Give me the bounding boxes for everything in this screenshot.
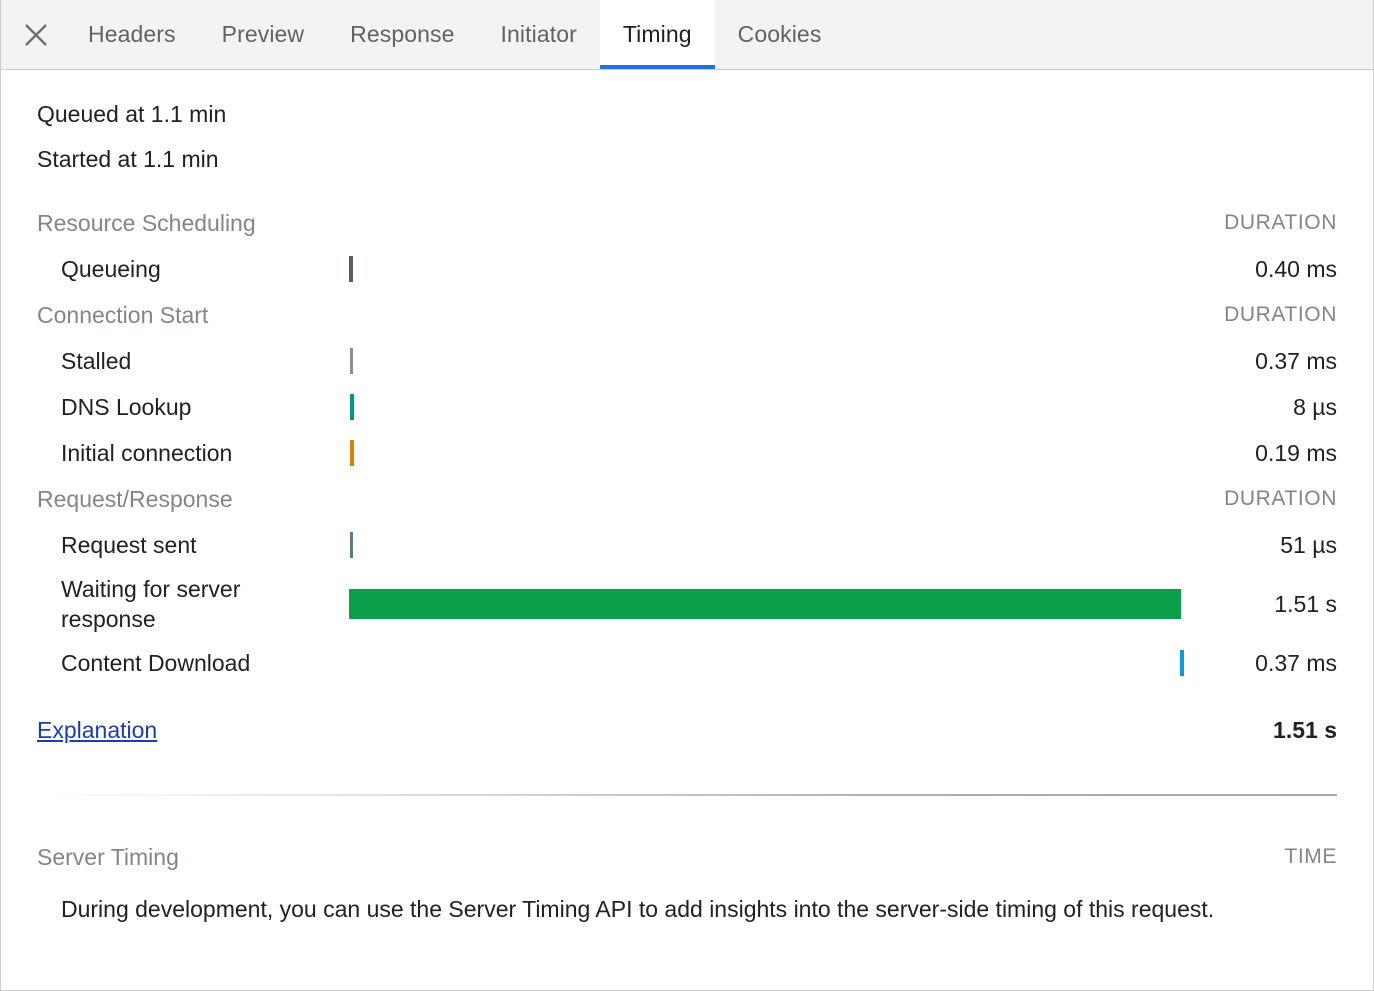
tab-cookies[interactable]: Cookies (715, 0, 845, 69)
tab-headers[interactable]: Headers (65, 0, 199, 69)
row-value-initial-connection: 0.19 ms (1255, 439, 1337, 466)
row-label-content-download: Content Download (61, 650, 251, 676)
tab-label: Preview (221, 21, 305, 47)
row-track (349, 338, 1147, 384)
timing-bar-content-download (1180, 650, 1184, 676)
tab-label: Cookies (737, 21, 822, 47)
group-title: Request/Response (37, 485, 233, 512)
row-value-queueing: 0.40 ms (1255, 255, 1337, 282)
detail-tabbar: Headers Preview Response Initiator Timin… (1, 0, 1373, 70)
table-row[interactable]: Queueing 0.40 ms (1, 246, 1373, 292)
started-at-text: Started at 1.1 min (37, 146, 219, 172)
row-label-queueing: Queueing (61, 256, 161, 282)
table-row[interactable]: Initial connection 0.19 ms (1, 430, 1373, 476)
tab-preview[interactable]: Preview (199, 0, 328, 69)
duration-column-header: DURATION (1224, 303, 1337, 326)
tab-label: Headers (88, 21, 176, 47)
section-divider (37, 794, 1337, 796)
timing-bar-dns-lookup (350, 394, 354, 420)
close-button[interactable] (7, 0, 65, 69)
timing-meta: Queued at 1.1 min Started at 1.1 min (1, 70, 1373, 182)
group-title: Server Timing (37, 843, 179, 870)
group-title: Resource Scheduling (37, 209, 256, 236)
row-value-stalled: 0.37 ms (1255, 347, 1337, 374)
table-row[interactable]: Content Download 0.37 ms (1, 640, 1373, 686)
table-row[interactable]: Request sent 51 µs (1, 522, 1373, 568)
row-track (349, 522, 1147, 568)
tab-label: Timing (622, 21, 692, 47)
row-label-initial-connection: Initial connection (61, 440, 233, 466)
row-label-waiting-for-server-response: Waiting for server response (61, 576, 241, 632)
row-label-request-sent: Request sent (61, 532, 197, 558)
tab-label: Initiator (500, 21, 577, 47)
group-header-connection-start: Connection Start DURATION (1, 292, 1373, 338)
group-title: Connection Start (37, 301, 209, 328)
tab-label: Response (350, 21, 455, 47)
group-header-server-timing: Server Timing TIME (1, 834, 1373, 880)
table-row[interactable]: Stalled 0.37 ms (1, 338, 1373, 384)
queued-at-text: Queued at 1.1 min (37, 101, 227, 127)
row-track (349, 640, 1184, 686)
tab-initiator[interactable]: Initiator (478, 0, 600, 69)
close-icon (22, 21, 50, 49)
timing-body: Queued at 1.1 min Started at 1.1 min Res… (1, 70, 1373, 990)
tab-timing[interactable]: Timing (599, 0, 715, 69)
row-value-content-download: 0.37 ms (1255, 649, 1337, 676)
explanation-link[interactable]: Explanation (37, 717, 157, 744)
timing-bar-stalled (350, 348, 353, 374)
total-duration-value: 1.51 s (1273, 716, 1337, 743)
timing-table: Resource Scheduling DURATION Queueing 0.… (1, 200, 1373, 760)
tab-response[interactable]: Response (327, 0, 477, 69)
timing-bar-initial-connection (350, 440, 354, 466)
table-row[interactable]: DNS Lookup 8 µs (1, 384, 1373, 430)
row-label-dns-lookup: DNS Lookup (61, 394, 192, 420)
duration-column-header: DURATION (1224, 487, 1337, 510)
table-row[interactable]: Waiting for server response 1.51 s (1, 568, 1373, 640)
timing-bar-queueing (349, 256, 353, 282)
duration-column-header: DURATION (1224, 211, 1337, 234)
time-column-header: TIME (1284, 845, 1337, 868)
timing-bar-waiting-for-server-response (349, 589, 1181, 619)
group-header-resource-scheduling: Resource Scheduling DURATION (1, 200, 1373, 246)
row-track (349, 246, 1147, 292)
row-label-stalled: Stalled (61, 348, 132, 374)
network-timing-panel: Headers Preview Response Initiator Timin… (0, 0, 1374, 991)
row-value-dns-lookup: 8 µs (1293, 393, 1337, 420)
row-track (349, 384, 1147, 430)
server-timing-section: Server Timing TIME During development, y… (1, 834, 1373, 926)
group-header-request-response: Request/Response DURATION (1, 476, 1373, 522)
row-track (349, 430, 1147, 476)
timing-bar-request-sent (350, 532, 353, 558)
row-value-request-sent: 51 µs (1280, 531, 1337, 558)
row-track (349, 581, 1181, 627)
server-timing-note: During development, you can use the Serv… (61, 896, 1215, 922)
explanation-row: Explanation 1.51 s (1, 700, 1373, 760)
